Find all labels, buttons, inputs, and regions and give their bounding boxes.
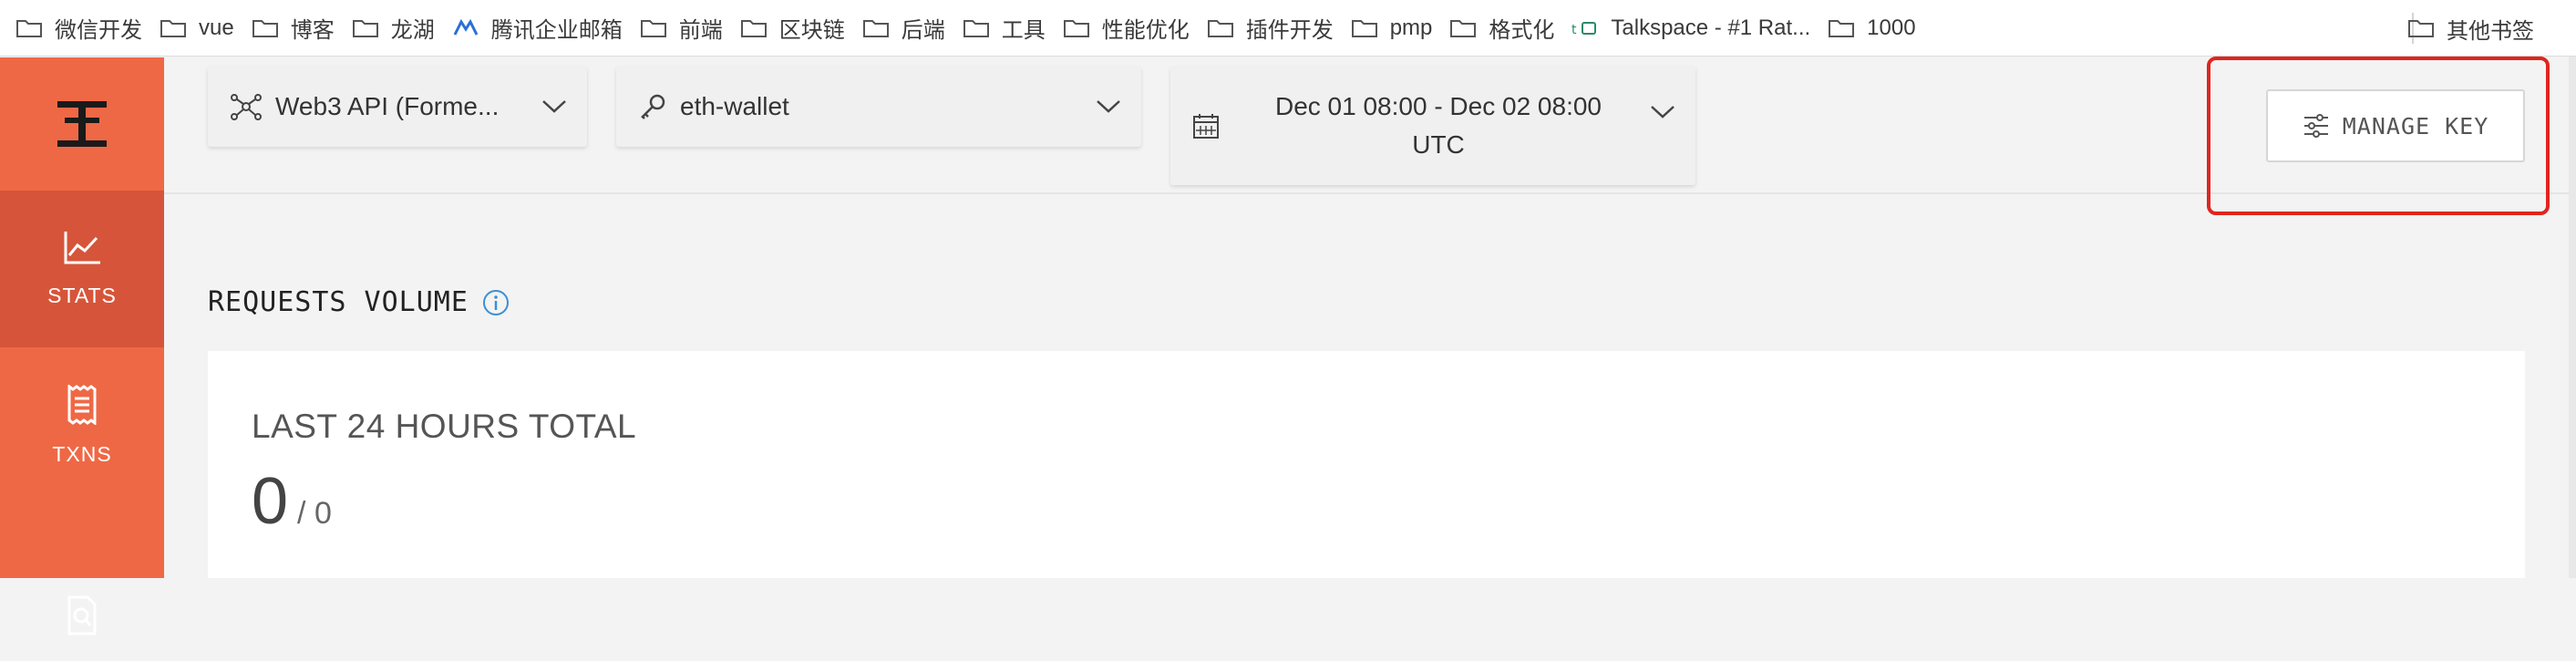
folder-icon: [1350, 17, 1379, 39]
bookmark-label: 龙湖: [390, 18, 435, 43]
date-range-text: Dec 01 08:00 - Dec 02 08:00: [1274, 92, 1602, 120]
section-title: REQUESTS VOLUME: [208, 286, 510, 318]
folder-icon: [15, 17, 44, 39]
stats-card: LAST 24 HOURS TOTAL 0 / 0: [208, 351, 2525, 578]
folder-icon: [351, 17, 380, 39]
bookmark-label: 博客: [290, 18, 335, 43]
card-value: 0 / 0: [252, 464, 332, 539]
bookmark-item[interactable]: 性能优化: [1062, 8, 1206, 48]
talkspace-icon: t: [1571, 17, 1600, 39]
bookmark-label: 工具: [1001, 18, 1046, 43]
bookmark-item[interactable]: 区块链: [739, 8, 861, 48]
bookmark-label: 插件开发: [1245, 18, 1334, 43]
total-count: 0: [252, 465, 289, 538]
folder-icon: [159, 17, 188, 39]
info-icon[interactable]: [481, 288, 510, 317]
app-logo[interactable]: [0, 57, 164, 191]
chevron-down-icon: [541, 99, 567, 114]
sidebar-item-label: STATS: [47, 284, 117, 307]
bookmark-item[interactable]: 格式化: [1448, 8, 1571, 48]
bookmark-label: 格式化: [1489, 18, 1555, 43]
bookmarks-bar: 微信开发 vue 博客 龙湖 腾讯企业邮箱 前端 区块链 后端 工具 性能优化 …: [0, 0, 2576, 57]
bookmark-item[interactable]: vue: [159, 8, 251, 48]
bookmark-item[interactable]: pmp: [1350, 8, 1449, 48]
sidebar: STATS TXNS: [0, 57, 164, 635]
total-denominator: / 0: [297, 496, 332, 531]
sidebar-item-label: TXNS: [52, 442, 112, 466]
bookmark-item[interactable]: 插件开发: [1206, 8, 1350, 48]
sidebar-item-stats[interactable]: STATS: [0, 191, 164, 347]
date-range-picker[interactable]: Dec 01 08:00 - Dec 02 08:00 UTC: [1170, 67, 1695, 185]
bookmark-label: 前端: [678, 18, 723, 43]
chart-icon: [62, 230, 102, 271]
bookmark-label: 1000: [1867, 15, 1916, 40]
bookmark-item[interactable]: 工具: [962, 8, 1062, 48]
bookmark-label: 其他书签: [2447, 18, 2534, 44]
bookmark-label: 微信开发: [55, 18, 142, 43]
bookmark-label: pmp: [1389, 15, 1433, 40]
sliders-icon: [2303, 114, 2330, 138]
folder-icon: [861, 17, 891, 39]
folder-icon: [1448, 17, 1478, 39]
date-range-timezone: UTC: [1412, 130, 1465, 159]
folder-icon: [639, 17, 668, 39]
search-document-icon: [66, 595, 98, 640]
bookmark-label: 腾讯企业邮箱: [490, 18, 623, 43]
bookmark-item[interactable]: 后端: [861, 8, 962, 48]
folder-icon: [1062, 17, 1091, 39]
bookmark-item[interactable]: 微信开发: [15, 8, 159, 48]
bookmark-item[interactable]: 前端: [639, 8, 739, 48]
bookmark-label: 性能优化: [1101, 18, 1190, 43]
bookmark-label: Talkspace - #1 Rat...: [1611, 15, 1811, 40]
bookmark-item[interactable]: t Talkspace - #1 Rat...: [1571, 8, 1827, 48]
section-title-text: REQUESTS VOLUME: [208, 286, 469, 318]
bookmark-label: vue: [199, 15, 234, 40]
card-title: LAST 24 HOURS TOTAL: [252, 408, 637, 445]
folder-icon: [1827, 17, 1856, 39]
manage-key-label: MANAGE KEY: [2342, 112, 2489, 139]
tencent-mail-icon: [451, 17, 480, 39]
key-selector-value: eth-wallet: [680, 92, 789, 120]
calendar-icon: [1192, 112, 1220, 139]
bookmark-item[interactable]: 龙湖: [351, 8, 451, 48]
folder-icon: [251, 17, 280, 39]
key-selector[interactable]: eth-wallet: [616, 67, 1141, 147]
folder-icon: [962, 17, 991, 39]
chevron-down-icon: [1096, 99, 1121, 114]
bookmark-label: 后端: [901, 18, 945, 43]
svg-text:t: t: [1571, 23, 1577, 37]
network-icon: [230, 92, 263, 121]
bookmark-item[interactable]: 1000: [1827, 8, 1932, 48]
bookmark-label: 区块链: [778, 18, 845, 43]
folder-icon: [2406, 17, 2436, 39]
manage-key-button[interactable]: MANAGE KEY: [2266, 89, 2525, 162]
bookmark-item[interactable]: 博客: [251, 8, 351, 48]
folder-icon: [1206, 17, 1235, 39]
key-icon: [638, 92, 667, 121]
receipt-icon: [66, 384, 98, 429]
other-bookmarks[interactable]: 其他书签: [2406, 8, 2550, 48]
bookmark-item[interactable]: 腾讯企业邮箱: [451, 8, 639, 48]
sidebar-item-explorer[interactable]: [0, 504, 164, 661]
network-selector-value: Web3 API (Forme...: [275, 92, 500, 120]
network-selector[interactable]: Web3 API (Forme...: [208, 67, 587, 147]
sidebar-item-txns[interactable]: TXNS: [0, 347, 164, 504]
chevron-down-icon: [1650, 105, 1675, 119]
scrollbar-track[interactable]: [2569, 57, 2576, 578]
folder-icon: [739, 17, 768, 39]
